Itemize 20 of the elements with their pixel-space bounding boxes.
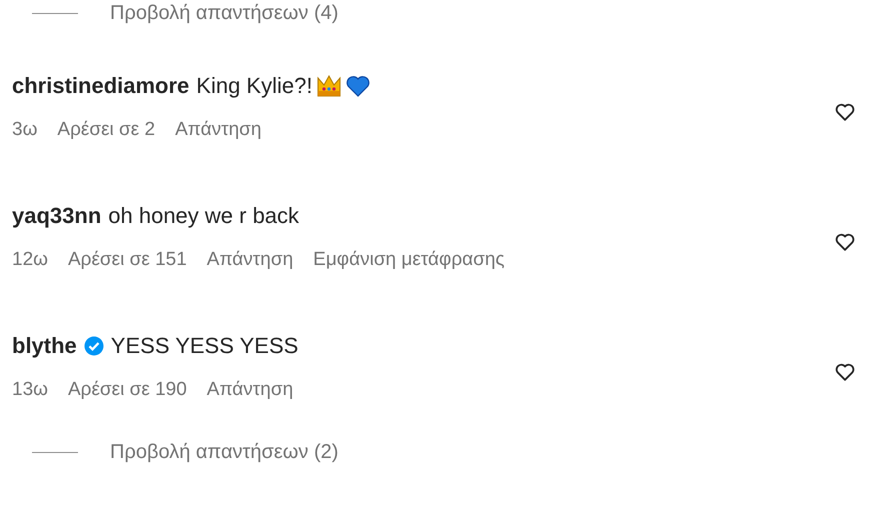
meta-link[interactable]: Αρέσει σε 2 [57, 119, 156, 141]
meta-link[interactable]: Αρέσει σε 151 [68, 249, 187, 271]
crown-icon [317, 75, 342, 97]
comment-time: 13ω [12, 379, 48, 401]
meta-link[interactable]: Απάντηση [206, 379, 294, 401]
meta-link[interactable]: Εμφάνιση μετάφρασης [313, 249, 505, 271]
username[interactable]: christinediamore [12, 73, 190, 99]
meta-link[interactable]: Απάντηση [206, 249, 294, 271]
heart-icon [346, 75, 370, 97]
username[interactable]: yaq33nn [12, 203, 102, 229]
comment-text: oh honey we r back [108, 203, 300, 229]
meta-link[interactable]: Αρέσει σε 190 [68, 379, 187, 401]
view-replies-link[interactable]: Προβολή απαντήσεων (4) [110, 2, 338, 25]
username[interactable]: blythe [12, 333, 77, 359]
comment-text: YESS YESS YESS [110, 333, 298, 359]
comment-text: King Kylie?! [196, 73, 312, 99]
meta-link[interactable]: Απάντηση [175, 119, 262, 141]
comment-time: 3ω [12, 119, 38, 141]
comment-time: 12ω [12, 249, 48, 271]
view-replies-link[interactable]: Προβολή απαντήσεων (2) [110, 441, 338, 464]
